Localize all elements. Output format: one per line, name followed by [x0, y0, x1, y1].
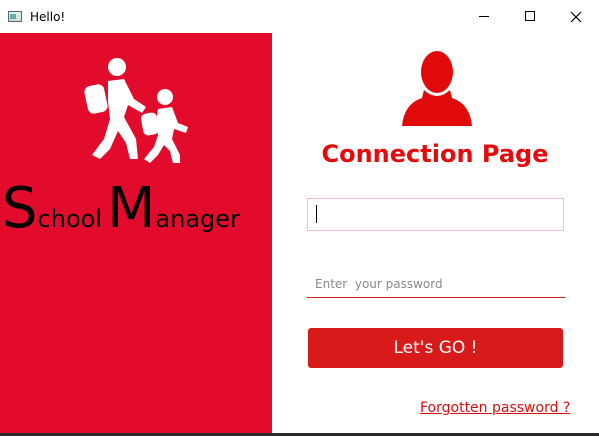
maximize-button[interactable]	[507, 0, 553, 33]
close-button[interactable]	[553, 0, 599, 33]
window-app-icon	[8, 11, 22, 22]
username-field[interactable]	[307, 198, 564, 231]
maximize-icon	[525, 11, 535, 21]
forgot-password-link[interactable]: Forgotten password ?	[420, 400, 570, 416]
text-caret	[316, 205, 317, 223]
brand-panel: School Manager	[0, 33, 272, 433]
login-button[interactable]: Let's GO !	[308, 328, 563, 368]
school-rest: chool	[37, 205, 102, 233]
minimize-button[interactable]	[461, 0, 507, 33]
password-field[interactable]	[307, 270, 565, 298]
school-initial: S	[2, 176, 38, 241]
user-silhouette-icon	[402, 51, 472, 126]
window-title: Hello!	[30, 10, 66, 24]
minimize-icon	[479, 16, 489, 17]
manager-rest: anager	[155, 205, 240, 233]
app-window: Hello! School Manager Connection Page Le…	[0, 0, 599, 433]
school-walkers-icon	[84, 58, 188, 163]
title-bar[interactable]: Hello!	[0, 0, 599, 33]
app-name: School Manager	[2, 181, 240, 237]
page-title: Connection Page	[321, 140, 549, 168]
close-icon	[570, 11, 582, 23]
manager-initial: M	[107, 176, 156, 241]
